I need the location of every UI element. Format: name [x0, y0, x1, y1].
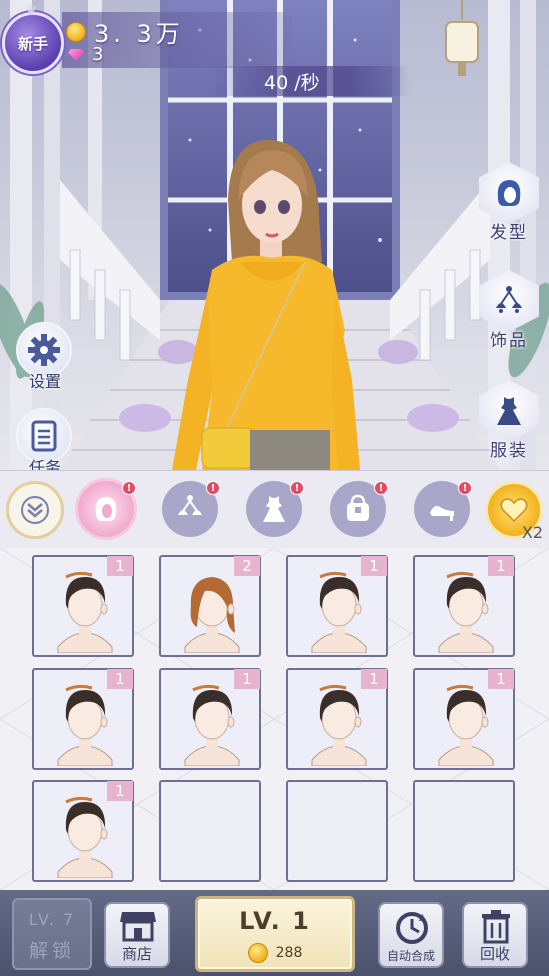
- hairstyle-icon: [184, 684, 240, 766]
- coin-value: 3. 3万: [94, 20, 184, 48]
- empty-cell[interactable]: [159, 780, 261, 882]
- shop-icon: [120, 912, 156, 942]
- tab-dress[interactable]: !: [246, 481, 304, 537]
- tab-bag[interactable]: !: [330, 481, 388, 537]
- shop-button[interactable]: 商店: [104, 902, 170, 968]
- upgrade-level: LV. 1: [239, 907, 311, 935]
- hair-item-cell[interactable]: 1: [32, 555, 134, 657]
- income-rate: 40 /秒: [210, 66, 410, 96]
- hair-item-cell[interactable]: 2: [159, 555, 261, 657]
- accessory-button[interactable]: 饰品: [477, 270, 541, 360]
- tab-badge: !: [122, 481, 136, 495]
- empty-cell[interactable]: [413, 780, 515, 882]
- tab-badge: !: [374, 481, 388, 495]
- chevron-down-icon: [21, 496, 49, 524]
- tab-shoes[interactable]: !: [414, 481, 472, 537]
- player-rank-badge[interactable]: ♛ 新手: [2, 3, 64, 74]
- gem-icon: [68, 48, 84, 61]
- hairstyle-icon: [184, 577, 240, 653]
- hairstyle-icon: [438, 571, 494, 653]
- hairstyle-icon: [438, 684, 494, 766]
- trash-icon: [482, 910, 510, 944]
- dress-tab-icon: [263, 496, 285, 522]
- bag-tab-icon: [347, 494, 369, 521]
- upgrade-button[interactable]: LV. 1 288: [195, 896, 355, 972]
- category-tab-bar: ! ! ! ! ! X2: [0, 470, 549, 548]
- upgrade-cost-value: 288: [275, 945, 303, 961]
- item-level-badge: 1: [234, 669, 260, 689]
- unlock-label: 解锁: [28, 940, 75, 962]
- collapse-button[interactable]: [6, 481, 64, 539]
- item-level-badge: 1: [107, 781, 133, 801]
- gold-multiplier: X2: [521, 523, 543, 542]
- tab-badge: !: [290, 481, 304, 495]
- clock-refresh-icon: [396, 912, 428, 944]
- hair-item-cell[interactable]: 1: [159, 668, 261, 770]
- gem-value: 3: [92, 44, 104, 65]
- hairstyle-icon: [311, 571, 367, 653]
- auto-merge-button[interactable]: 自动合成: [378, 902, 444, 968]
- unlock-level: LV. 7: [28, 910, 76, 929]
- rank-label: 新手: [17, 34, 48, 53]
- item-level-badge: 1: [107, 556, 133, 576]
- hairstyle-icon: [57, 684, 113, 766]
- tab-accessory[interactable]: !: [162, 481, 220, 537]
- item-level-badge: 1: [107, 669, 133, 689]
- auto-merge-label: 自动合成: [386, 949, 435, 963]
- settings-button[interactable]: 设置: [16, 322, 74, 392]
- tasks-label: 任务: [28, 458, 61, 470]
- hairstyle-icon: [311, 684, 367, 766]
- hairstyle-icon: [57, 571, 113, 653]
- coin-icon: [247, 943, 268, 963]
- accessory-icon: [479, 270, 539, 332]
- hair-item-cell[interactable]: 1: [32, 668, 134, 770]
- accessory-tab-icon: [178, 495, 202, 515]
- hair-item-cell[interactable]: 1: [286, 668, 388, 770]
- gold-heart-icon: [500, 498, 528, 523]
- item-level-badge: 1: [488, 556, 514, 576]
- clothing-button[interactable]: 服装: [477, 380, 541, 470]
- hair-item-cell[interactable]: 1: [413, 555, 515, 657]
- gem-counter: 3: [68, 44, 103, 65]
- dress-icon: [479, 380, 539, 442]
- shoe-tab-icon: [430, 505, 454, 521]
- item-level-badge: 1: [361, 669, 387, 689]
- merge-grid: 1 2 1 1 1 1 1 1 1: [0, 548, 549, 890]
- tab-badge: !: [206, 481, 220, 495]
- hair-item-cell[interactable]: 1: [32, 780, 134, 882]
- unlock-slot-button[interactable]: LV. 7 解锁: [12, 898, 92, 970]
- tab-hair[interactable]: !: [78, 481, 136, 537]
- hair-item-cell[interactable]: 1: [413, 668, 515, 770]
- upgrade-cost: 288: [198, 943, 352, 963]
- hair-tab-icon: [95, 497, 117, 521]
- income-rate-value: 40 /秒: [264, 72, 320, 94]
- item-level-badge: 2: [234, 556, 260, 576]
- crown-icon: ♛: [25, 3, 38, 19]
- shop-label: 商店: [121, 945, 152, 963]
- hairstyle-button[interactable]: 发型: [477, 162, 541, 252]
- bottom-action-bar: LV. 7 解锁 商店 LV. 1 288 自动合成 回收: [0, 890, 549, 976]
- tab-badge: !: [458, 481, 472, 495]
- empty-cell[interactable]: [286, 780, 388, 882]
- hairstyle-icon: [57, 796, 113, 878]
- recycle-label: 回收: [479, 945, 510, 963]
- game-scene: ♛ 新手 3. 3万 3 40 /秒 设置 任务 发型 饰品 服装: [0, 0, 549, 470]
- settings-label: 设置: [28, 372, 61, 391]
- hairstyle-icon: [479, 162, 539, 224]
- item-level-badge: 1: [488, 669, 514, 689]
- hair-item-cell[interactable]: 1: [286, 555, 388, 657]
- recycle-button[interactable]: 回收: [462, 902, 528, 968]
- tasks-button[interactable]: 任务: [16, 408, 74, 470]
- item-level-badge: 1: [361, 556, 387, 576]
- coin-icon: [66, 21, 86, 42]
